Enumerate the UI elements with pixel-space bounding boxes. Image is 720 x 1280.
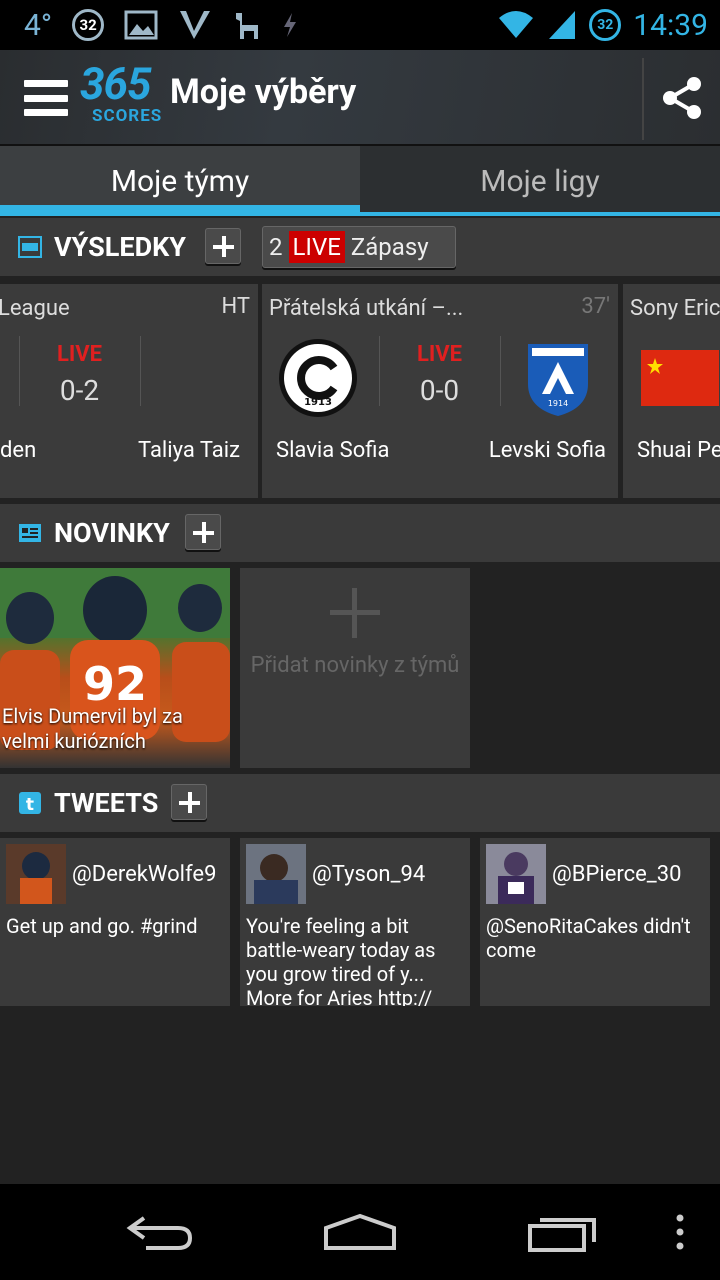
menu-icon[interactable] [24,80,68,116]
tweet-card[interactable]: @BPierce_30 @SenoRitaCakes didn't come [480,838,710,1006]
match-league: Přátelská utkání –... [269,296,464,321]
match-score: 0-0 [419,374,460,407]
twitter-icon: t [19,792,41,814]
live-count: 2 [269,233,283,261]
news-icon [19,524,41,542]
away-team: Levski Sofia [488,438,606,463]
results-header: VÝSLEDKY 2 LIVE Zápasy [0,218,720,276]
logo-text: SCORES [92,106,163,126]
app-logo[interactable]: 365 SCORES [80,58,163,134]
avatar [246,844,306,904]
divider [642,58,644,140]
separator [500,336,501,406]
match-time: HT [221,294,250,319]
tab-my-leagues[interactable]: Moje ligy [360,146,720,216]
tweet-handle[interactable]: @BPierce_30 [552,862,681,887]
news-list: 92 Elvis Dumervil byl za velmi kuriózníc… [0,568,720,768]
news-title: NOVINKY [54,517,170,549]
share-icon[interactable] [660,76,704,120]
levski-sofia-crest: 1914 [528,344,588,416]
home-team: Slavia Sofia [276,438,390,463]
tweet-text: @SenoRitaCakes didn't come [486,914,691,962]
away-team: Taliya Taiz [138,438,240,463]
add-tweets-button[interactable] [171,784,207,820]
tweets-title: TWEETS [54,787,159,819]
home-icon[interactable] [320,1204,400,1260]
tweet-card[interactable]: @Tyson_94 You're feeling a bit battle-we… [240,838,470,1006]
avatar [6,844,66,904]
add-news-button[interactable] [185,514,221,550]
china-flag-icon [641,350,719,406]
wifi-icon [499,11,534,38]
news-item[interactable]: 92 Elvis Dumervil byl za velmi kuriózníc… [0,568,230,768]
svg-text:t: t [26,795,34,814]
match-card[interactable]: League HT LIVE 0-2 den Taliya Taiz [0,284,258,498]
feather-app-icon [180,11,211,39]
home-team: den [0,438,37,463]
match-cards: League HT LIVE 0-2 den Taliya Taiz Přáte… [0,284,720,498]
system-icons: 32 14:39 [497,0,708,50]
llama-app-icon [236,13,259,39]
add-team-news-card[interactable]: Přidat novinky z týmů [240,568,470,768]
match-status: LIVE [56,342,103,367]
notification-badge: 32 [72,9,105,41]
match-score: 0-2 [59,374,100,407]
levski-crest-year: 1914 [548,399,568,408]
home-team: Shuai Pe [637,438,720,463]
slavia-sofia-crest: 1913 [279,339,357,417]
slavia-crest-year: 1913 [304,397,332,408]
back-icon[interactable] [120,1204,200,1260]
avatar [486,844,546,904]
news-caption: Elvis Dumervil byl za velmi kuriózních [2,704,183,753]
navigation-bar [0,1184,720,1280]
news-header: NOVINKY [0,504,720,562]
tweet-text: Get up and go. #grind [6,914,198,938]
match-status: LIVE [416,342,463,367]
status-bar: 4° 32 32 14:39 [0,0,720,50]
tab-active-indicator [0,205,360,216]
tweet-handle[interactable]: @Tyson_94 [312,862,425,887]
action-bar: 365 SCORES Moje výběry [0,50,720,146]
results-title: VÝSLEDKY [54,231,186,263]
battery-badge: 32 [589,9,622,41]
match-league: League [0,296,70,321]
notification-icons: 4° 32 [24,0,298,50]
weather-temperature: 4° [24,7,53,43]
lightning-icon [284,13,297,37]
match-league: Sony Eric [630,296,720,321]
match-card[interactable]: Přátelská utkání –... 37' 1913 LIVE 0-0 … [262,284,618,498]
image-icon [124,10,158,40]
overflow-menu-icon[interactable] [640,1204,720,1260]
live-tag: LIVE [288,231,345,263]
match-card[interactable]: Sony Eric Shuai Pe [623,284,720,498]
live-matches-button[interactable]: 2 LIVE Zápasy [262,226,456,268]
tweets-header: t TWEETS [0,774,720,832]
tweet-handle[interactable]: @DerekWolfe9 [72,862,216,887]
recent-apps-icon[interactable] [522,1204,602,1260]
page-title: Moje výběry [170,72,357,112]
match-time: 37' [581,294,610,319]
plus-icon [330,588,380,638]
add-news-label: Přidat novinky z týmů [250,653,460,678]
tweet-card[interactable]: @DerekWolfe9 Get up and go. #grind [0,838,230,1006]
jersey-number: 92 [83,657,147,711]
signal-icon [549,11,576,39]
live-suffix: Zápasy [350,233,429,261]
scores-icon [18,236,42,258]
clock: 14:39 [633,7,708,43]
tweet-text: You're feeling a bit battle-weary today … [246,914,436,1006]
logo-number: 365 [80,58,151,110]
separator [140,336,141,406]
add-results-button[interactable] [205,228,241,264]
